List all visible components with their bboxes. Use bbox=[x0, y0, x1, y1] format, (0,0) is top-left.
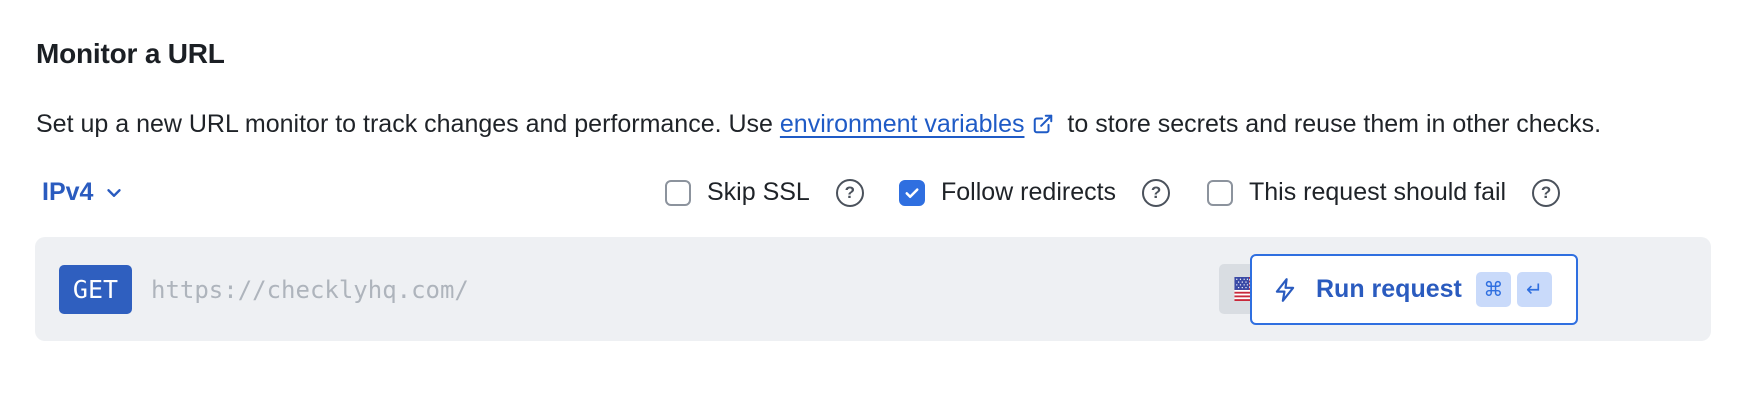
follow-redirects-option: Follow redirects ? bbox=[899, 178, 1171, 207]
description: Set up a new URL monitor to track change… bbox=[36, 110, 1601, 139]
should-fail-option: This request should fail ? bbox=[1207, 178, 1561, 207]
run-request-button[interactable]: Run request ⌘ ↵ bbox=[1250, 254, 1578, 325]
command-key-icon: ⌘ bbox=[1475, 272, 1511, 307]
description-suffix: to store secrets and reuse them in other… bbox=[1060, 110, 1602, 138]
run-request-label: Run request bbox=[1316, 275, 1462, 303]
enter-key-icon: ↵ bbox=[1516, 272, 1552, 307]
external-link-icon[interactable] bbox=[1032, 113, 1054, 135]
skip-ssl-option: Skip SSL ? bbox=[665, 178, 864, 207]
checkmark-icon bbox=[905, 187, 919, 198]
monitor-url-panel: Monitor a URL Set up a new URL monitor t… bbox=[0, 0, 1764, 404]
should-fail-checkbox[interactable] bbox=[1207, 179, 1233, 206]
follow-redirects-checkbox[interactable] bbox=[899, 179, 925, 206]
should-fail-label[interactable]: This request should fail bbox=[1249, 178, 1506, 207]
environment-variables-link[interactable]: environment variables bbox=[780, 110, 1025, 138]
help-icon[interactable]: ? bbox=[1142, 178, 1171, 207]
help-icon[interactable]: ? bbox=[1532, 178, 1561, 207]
ip-version-label: IPv4 bbox=[42, 178, 94, 206]
help-icon[interactable]: ? bbox=[835, 178, 864, 207]
http-method-button[interactable]: GET bbox=[59, 265, 132, 314]
skip-ssl-label[interactable]: Skip SSL bbox=[707, 178, 810, 207]
lightning-bolt-icon bbox=[1275, 277, 1295, 302]
ip-version-dropdown[interactable]: IPv4 bbox=[42, 178, 125, 207]
description-prefix: Set up a new URL monitor to track change… bbox=[36, 110, 780, 138]
url-input[interactable] bbox=[151, 267, 1191, 312]
chevron-down-icon bbox=[107, 188, 122, 197]
request-bar: GET https://checklyhq.com/ Run request ⌘… bbox=[35, 237, 1711, 341]
page-title: Monitor a URL bbox=[36, 38, 225, 69]
skip-ssl-checkbox[interactable] bbox=[665, 179, 691, 206]
follow-redirects-label[interactable]: Follow redirects bbox=[941, 178, 1116, 207]
